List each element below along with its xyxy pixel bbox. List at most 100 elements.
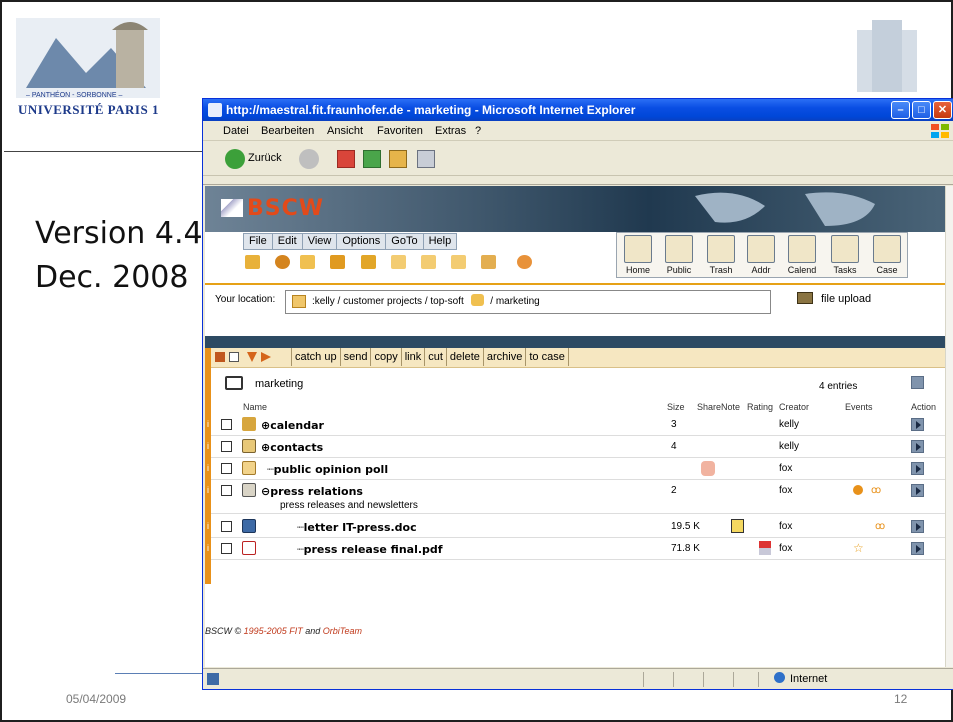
close-button[interactable]: ✕ (933, 101, 952, 119)
info-icon[interactable]: i (205, 516, 211, 537)
search-icon[interactable] (275, 255, 290, 269)
refresh-icon[interactable] (363, 150, 381, 168)
row-name[interactable]: ⊕calendar (261, 419, 324, 432)
row-name[interactable]: ⊖press relations (261, 485, 363, 498)
minimize-button[interactable]: – (891, 101, 910, 119)
contacts-tool-icon[interactable] (300, 255, 315, 269)
bscw-menu-file[interactable]: File (244, 234, 273, 249)
menu-datei[interactable]: Datei (223, 121, 249, 141)
table-row[interactable]: i ⊖press relations press releases and ne… (207, 480, 945, 514)
sharenote-icon[interactable] (701, 461, 715, 476)
info-icon[interactable]: i (205, 436, 211, 457)
bscw-menu-help[interactable]: Help (424, 234, 457, 249)
event-star-icon[interactable]: ☆ (853, 541, 864, 555)
nav-case-button[interactable]: Case (869, 235, 905, 278)
row-action-button[interactable] (911, 484, 924, 497)
event-read-icon[interactable]: ꝏ (871, 485, 881, 496)
orbiteam-link[interactable]: OrbiTeam (323, 626, 362, 636)
new-document-icon[interactable] (245, 255, 260, 269)
action-cut[interactable]: cut (424, 348, 446, 366)
row-action-button[interactable] (911, 520, 924, 533)
table-row[interactable]: i ⊕contacts 4 kelly (207, 436, 945, 458)
col-name[interactable]: Name (243, 402, 267, 412)
bscw-menu-options[interactable]: Options (337, 234, 387, 249)
col-creator[interactable]: Creator (779, 402, 809, 412)
action-to-case[interactable]: to case (525, 348, 569, 366)
sharenote-edit-icon[interactable] (731, 519, 744, 533)
print-icon[interactable] (417, 150, 435, 168)
action-send[interactable]: send (339, 348, 371, 366)
row-action-button[interactable] (911, 462, 924, 475)
nav-calend-button[interactable]: Calend (784, 235, 820, 278)
back-icon[interactable] (225, 149, 245, 169)
back-label[interactable]: Zurück (248, 152, 282, 164)
rating-icon[interactable] (759, 541, 771, 555)
event-read-icon[interactable]: ꝏ (875, 521, 885, 532)
filter-down-icon[interactable] (247, 352, 257, 362)
row-checkbox[interactable] (221, 419, 232, 430)
bscw-menu-edit[interactable]: Edit (273, 234, 303, 249)
title-bar[interactable]: http://maestral.fit.fraunhofer.de - mark… (203, 99, 953, 121)
row-name[interactable]: ┈press release final.pdf (297, 543, 443, 556)
action-delete[interactable]: delete (445, 348, 483, 366)
action-archive[interactable]: archive (482, 348, 525, 366)
file-upload-link[interactable]: file upload (797, 292, 871, 305)
home-icon[interactable] (389, 150, 407, 168)
group-icon[interactable] (481, 255, 496, 269)
menu-ansicht[interactable]: Ansicht (327, 121, 363, 141)
bscw-menu-goto[interactable]: GoTo (386, 234, 424, 249)
menu-bearbeiten[interactable]: Bearbeiten (261, 121, 314, 141)
nav-home-button[interactable]: Home (620, 235, 656, 278)
col-sharenote[interactable]: ShareNote (697, 402, 740, 412)
maximize-button[interactable]: □ (912, 101, 931, 119)
fit-link[interactable]: FIT (289, 626, 303, 636)
menu-favoriten[interactable]: Favoriten (377, 121, 423, 141)
action-catch-up[interactable]: catch up (291, 348, 340, 366)
row-name[interactable]: ┈letter IT-press.doc (297, 521, 417, 534)
info-icon[interactable]: i (205, 458, 211, 479)
row-checkbox[interactable] (221, 463, 232, 474)
refresh-tool-icon[interactable] (517, 255, 532, 269)
row-checkbox[interactable] (221, 521, 232, 532)
folder-action-button[interactable] (911, 376, 924, 389)
menu-extras[interactable]: Extras (435, 121, 466, 141)
menu-help[interactable]: ? (475, 121, 481, 141)
select-none-icon[interactable] (229, 352, 239, 362)
table-row[interactable]: i ⊕calendar 3 kelly (207, 414, 945, 436)
action-link[interactable]: link (400, 348, 425, 366)
row-checkbox[interactable] (221, 441, 232, 452)
bscw-menu-view[interactable]: View (303, 234, 338, 249)
forward-icon[interactable] (299, 149, 319, 169)
info-icon[interactable]: i (205, 538, 211, 559)
vertical-scrollbar[interactable] (945, 186, 953, 667)
nav-trash-button[interactable]: Trash (703, 235, 739, 278)
links-icon[interactable] (330, 255, 345, 269)
table-row[interactable]: i ┈letter IT-press.doc 19.5 K fox ꝏ (207, 516, 945, 538)
row-name[interactable]: ⊕contacts (261, 441, 323, 454)
row-checkbox[interactable] (221, 543, 232, 554)
action-copy[interactable]: copy (370, 348, 400, 366)
row-checkbox[interactable] (221, 485, 232, 496)
event-new-icon[interactable] (853, 485, 863, 495)
row-action-button[interactable] (911, 542, 924, 555)
copyright-years-link[interactable]: 1995-2005 (244, 626, 287, 636)
info-icon[interactable]: i (205, 480, 211, 514)
select-all-icon[interactable] (215, 352, 225, 362)
row-action-button[interactable] (911, 418, 924, 431)
copy-tool-icon[interactable] (451, 255, 466, 269)
nav-tasks-button[interactable]: Tasks (827, 235, 863, 278)
col-action[interactable]: Action (911, 402, 936, 412)
table-row[interactable]: i ┈press release final.pdf 71.8 K fox ☆ (207, 538, 945, 560)
folder-tool-icon[interactable] (391, 255, 406, 269)
col-size[interactable]: Size (667, 402, 685, 412)
document-tool-icon[interactable] (421, 255, 436, 269)
row-name[interactable]: ┈public opinion poll (267, 463, 388, 476)
col-rating[interactable]: Rating (747, 402, 773, 412)
stop-icon[interactable] (337, 150, 355, 168)
nav-public-button[interactable]: Public (661, 235, 697, 278)
upload-icon[interactable] (361, 255, 376, 269)
table-row[interactable]: i ┈public opinion poll fox (207, 458, 945, 480)
expand-icon[interactable] (261, 352, 271, 362)
row-action-button[interactable] (911, 440, 924, 453)
location-breadcrumb[interactable]: :kelly / customer projects / top-soft / … (285, 290, 771, 314)
